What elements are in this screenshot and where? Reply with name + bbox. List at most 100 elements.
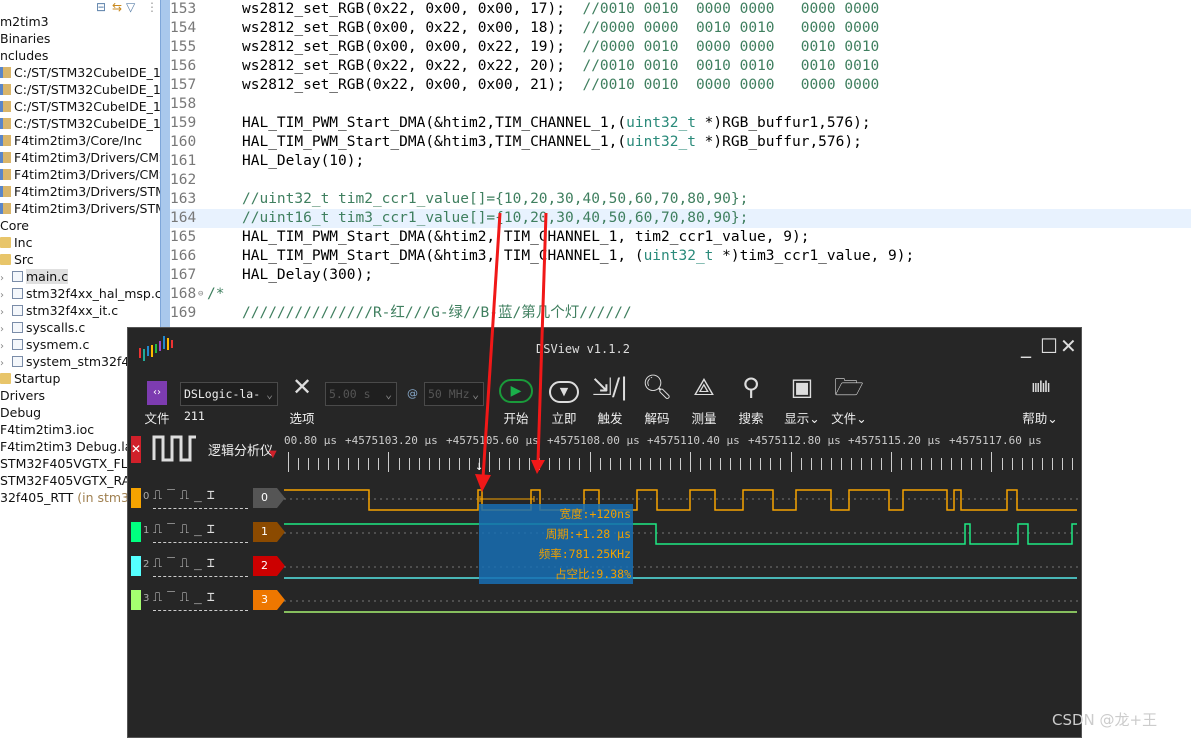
tree-item[interactable]: › stm32f4xx_it.c: [0, 302, 118, 319]
trigger-type-buttons[interactable]: ⎍‾⎍_⌶: [153, 556, 248, 577]
channel-tag[interactable]: 2: [253, 556, 285, 576]
channel-color-swatch[interactable]: [131, 556, 141, 576]
channel-color-swatch[interactable]: [131, 522, 141, 542]
tree-item[interactable]: › stm32f4xx_hal_msp.c: [0, 285, 160, 302]
tree-item[interactable]: 32f405_RTT (in stm32f: [0, 489, 141, 506]
code-line[interactable]: 155 ws2812_set_RGB(0x00, 0x00, 0x22, 19);…: [170, 38, 1191, 57]
duration-select[interactable]: 5.00 s ⌄: [325, 382, 397, 406]
code-line[interactable]: 158: [170, 95, 1191, 114]
display-menu-button[interactable]: ▣ 显示⌄: [778, 370, 826, 427]
close-mode-button[interactable]: ✕: [131, 436, 141, 463]
filter-icon[interactable]: ▽: [126, 0, 135, 14]
fold-toggle-icon[interactable]: ⊖: [198, 285, 203, 304]
tree-item[interactable]: Drivers: [0, 387, 45, 404]
tree-item[interactable]: C:/ST/STM32CubeIDE_1.8: [0, 98, 160, 115]
code-line[interactable]: 160 HAL_TIM_PWM_Start_DMA(&htim3,TIM_CHAN…: [170, 133, 1191, 152]
tree-item[interactable]: › main.c: [0, 268, 69, 285]
code-line[interactable]: 156 ws2812_set_RGB(0x22, 0x22, 0x22, 20);…: [170, 57, 1191, 76]
help-menu-button[interactable]: ıııIıIı 帮助⌄: [1016, 370, 1064, 427]
tree-item[interactable]: Src: [0, 251, 34, 268]
tree-item[interactable]: › sysmem.c: [0, 336, 89, 353]
minimize-button[interactable]: _: [1021, 336, 1031, 356]
code-line[interactable]: 157 ws2812_set_RGB(0x22, 0x00, 0x00, 21);…: [170, 76, 1191, 95]
line-number: 155: [170, 39, 197, 55]
code-editor[interactable]: 153 ws2812_set_RGB(0x22, 0x00, 0x00, 17);…: [170, 0, 1191, 330]
tree-item[interactable]: Core: [0, 217, 29, 234]
code-line[interactable]: 167 HAL_Delay(300);: [170, 266, 1191, 285]
channel-color-swatch[interactable]: [131, 488, 141, 508]
tree-item[interactable]: F4tim2tim3/Drivers/STM3: [0, 200, 160, 217]
tree-item[interactable]: Binaries: [0, 30, 50, 47]
code-line[interactable]: 168 ⊖/*: [170, 285, 1191, 304]
mode-label[interactable]: 逻辑分析仪: [208, 440, 273, 459]
tree-item[interactable]: ncludes: [0, 47, 48, 64]
instant-button[interactable]: ▼ 立即: [542, 370, 586, 427]
time-ruler[interactable]: 00.80 µs +4575103.20 µs +4575105.60 µs +457…: [284, 428, 1081, 478]
line-number: 162: [170, 172, 197, 188]
options-button[interactable]: ✕ 选项: [280, 370, 324, 427]
code-line[interactable]: 169 ///////////////R-红///G-绿//B-蓝/第几个灯///…: [170, 304, 1191, 323]
code-text: ws2812_set_RGB(0x22, 0x22, 0x22, 20); //…: [242, 57, 879, 76]
code-line[interactable]: 154 ws2812_set_RGB(0x00, 0x22, 0x00, 18);…: [170, 19, 1191, 38]
view-menu-icon[interactable]: ⋮: [146, 0, 158, 14]
tree-item[interactable]: F4tim2tim3/Drivers/CMSI: [0, 166, 160, 183]
start-button[interactable]: ▶ 开始: [494, 370, 538, 427]
ruler-time-label: 00.80 µs: [284, 434, 337, 447]
measure-button[interactable]: ⟁ 测量: [682, 370, 726, 427]
code-line[interactable]: 166 HAL_TIM_PWM_Start_DMA(&htim3, TIM_CHA…: [170, 247, 1191, 266]
tree-item-label: F4tim2tim3/Drivers/CMSI: [14, 167, 160, 182]
channel-color-swatch[interactable]: [131, 590, 141, 610]
tree-item[interactable]: F4tim2tim3/Drivers/CMSI: [0, 149, 160, 166]
tree-item[interactable]: F4tim2tim3.ioc: [0, 421, 94, 438]
tree-item[interactable]: F4tim2tim3/Drivers/STM3: [0, 183, 160, 200]
channel-tag[interactable]: 0: [253, 488, 285, 508]
tree-item[interactable]: C:/ST/STM32CubeIDE_1.8: [0, 115, 160, 132]
channel-row-1[interactable]: 1 ⎍‾⎍_⌶ 1: [128, 516, 288, 550]
inc-icon: [0, 186, 11, 197]
code-line[interactable]: 161 HAL_Delay(10);: [170, 152, 1191, 171]
tree-item[interactable]: Startup: [0, 370, 60, 387]
ruler-tick: [1032, 458, 1033, 470]
tree-item[interactable]: › syscalls.c: [0, 319, 85, 336]
channel-row-0[interactable]: 0 ⎍‾⎍_⌶ 0: [128, 482, 288, 516]
link-editor-icon[interactable]: ⇆: [112, 0, 122, 14]
collapse-all-icon[interactable]: ⊟: [96, 0, 106, 14]
maximize-button[interactable]: ☐: [1040, 336, 1058, 356]
code-line[interactable]: 162: [170, 171, 1191, 190]
trigger-type-buttons[interactable]: ⎍‾⎍_⌶: [153, 590, 248, 611]
cursor-marker-icon[interactable]: ↓: [475, 462, 483, 473]
file-menu-button[interactable]: 🗁 文件⌄: [825, 370, 873, 427]
code-line[interactable]: 165 HAL_TIM_PWM_Start_DMA(&htim2, TIM_CHA…: [170, 228, 1191, 247]
trigger-type-buttons[interactable]: ⎍‾⎍_⌶: [153, 488, 248, 509]
decode-button[interactable]: 🔍︎ 解码: [635, 370, 679, 427]
close-button[interactable]: ✕: [1060, 336, 1077, 356]
tree-item[interactable]: Inc: [0, 234, 32, 251]
channel-tag[interactable]: 1: [253, 522, 285, 542]
samplerate-select[interactable]: 50 MHz ⌄: [424, 382, 484, 406]
file-button[interactable]: ‹› 文件: [135, 370, 179, 427]
tree-item[interactable]: F4tim2tim3 Debug.laun: [0, 438, 148, 455]
tree-item[interactable]: C:/ST/STM32CubeIDE_1.8: [0, 81, 160, 98]
device-select[interactable]: DSLogic-la-211 ⌄: [180, 382, 278, 423]
code-line[interactable]: 153 ws2812_set_RGB(0x22, 0x00, 0x00, 17);…: [170, 0, 1191, 19]
tree-item[interactable]: Debug: [0, 404, 41, 421]
tree-item[interactable]: m2tim3: [0, 13, 49, 30]
tree-item[interactable]: F4tim2tim3/Core/Inc: [0, 132, 142, 149]
mode-dropdown-icon[interactable]: ▼: [269, 449, 277, 460]
channel-row-2[interactable]: 2 ⎍‾⎍_⌶ 2: [128, 550, 288, 584]
search-button[interactable]: ⚲ 搜索: [729, 370, 773, 427]
code-line[interactable]: 164 //uint16_t tim3_ccr1_value[]={10,20,3…: [170, 209, 1191, 228]
tree-item[interactable]: STM32F405VGTX_RAM: [0, 472, 141, 489]
code-line[interactable]: 159 HAL_TIM_PWM_Start_DMA(&htim2,TIM_CHAN…: [170, 114, 1191, 133]
line-number: 154: [170, 20, 197, 36]
code-line[interactable]: 163 //uint32_t tim2_ccr1_value[]={10,20,3…: [170, 190, 1191, 209]
tree-item[interactable]: › system_stm32f4xx: [0, 353, 144, 370]
code-token: *)tim3_ccr1_value, 9);: [713, 248, 915, 264]
channel-tag[interactable]: 3: [253, 590, 285, 610]
tree-item[interactable]: C:/ST/STM32CubeIDE_1.8: [0, 64, 160, 81]
waveform-area[interactable]: [284, 478, 1081, 618]
trigger-button[interactable]: ⇲/| 触发: [588, 370, 632, 427]
ruler-tick: [780, 458, 781, 470]
channel-row-3[interactable]: 3 ⎍‾⎍_⌶ 3: [128, 584, 288, 618]
trigger-type-buttons[interactable]: ⎍‾⎍_⌶: [153, 522, 248, 543]
